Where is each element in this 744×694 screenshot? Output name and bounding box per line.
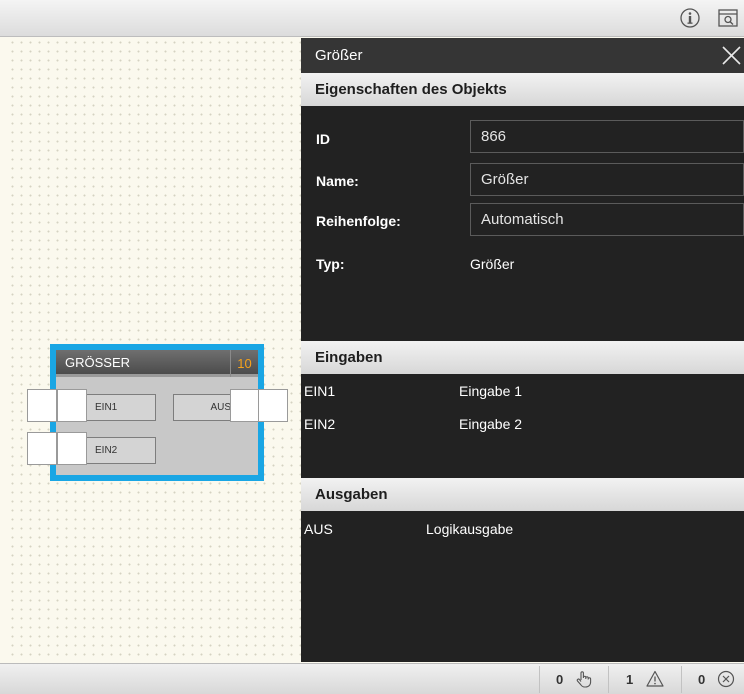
- info-icon[interactable]: [678, 6, 702, 30]
- input-pin-ein2[interactable]: [27, 432, 57, 465]
- section-title: Eigenschaften des Objekts: [315, 81, 507, 98]
- input-row-description: Eingabe 2: [459, 416, 523, 432]
- section-header-outputs: Ausgaben: [301, 478, 744, 511]
- output-row-description: Logikausgabe: [426, 521, 514, 537]
- error-icon[interactable]: [716, 669, 736, 689]
- id-field: 866: [470, 120, 744, 153]
- search-window-icon[interactable]: [716, 6, 740, 30]
- section-title: Eingaben: [315, 349, 383, 366]
- order-label: Reihenfolge:: [316, 213, 401, 229]
- input-port-label: EIN1: [95, 402, 118, 413]
- status-bar: 0 1 0: [0, 663, 744, 694]
- output-pin-aus[interactable]: [230, 389, 260, 422]
- hints-count: 0: [556, 672, 564, 687]
- panel-title: Größer: [315, 47, 363, 64]
- errors-count: 0: [698, 672, 706, 687]
- section-header-inputs: Eingaben: [301, 341, 744, 374]
- warnings-count: 1: [626, 672, 634, 687]
- section-header-properties: Eigenschaften des Objekts: [301, 73, 744, 106]
- name-field[interactable]: Größer: [470, 163, 744, 196]
- output-port-aus[interactable]: AUS: [173, 394, 235, 421]
- panel-title-bar: Größer: [301, 38, 744, 73]
- status-divider: [608, 666, 609, 693]
- output-row-name: AUS: [304, 521, 333, 537]
- output-pin-aus-outer[interactable]: [258, 389, 288, 422]
- id-label: ID: [316, 131, 330, 147]
- name-label: Name:: [316, 173, 359, 189]
- hand-pointer-icon[interactable]: [574, 669, 594, 689]
- section-title: Ausgaben: [315, 486, 388, 503]
- warning-icon[interactable]: [645, 669, 665, 689]
- block-order-number: 10: [230, 350, 258, 377]
- type-label: Typ:: [316, 256, 345, 272]
- properties-panel: Größer Eigenschaften des Objekts ID 866 …: [301, 38, 744, 662]
- input-row-name: EIN1: [304, 383, 336, 399]
- status-divider: [681, 666, 682, 693]
- top-toolbar: [0, 0, 744, 37]
- output-port-label: AUS: [210, 402, 231, 413]
- input-row-name: EIN2: [304, 416, 336, 432]
- block-header: GRÖSSER 10: [56, 350, 258, 377]
- input-pin-ein1[interactable]: [27, 389, 57, 422]
- input-port-label: EIN2: [95, 445, 118, 456]
- close-icon[interactable]: [719, 43, 744, 68]
- order-select[interactable]: Automatisch: [470, 203, 744, 236]
- type-value: Größer: [470, 256, 515, 272]
- input-pin-ein1-inner[interactable]: [57, 389, 87, 422]
- input-row-description: Eingabe 1: [459, 383, 523, 399]
- status-divider: [539, 666, 540, 693]
- block-title: GRÖSSER: [65, 355, 131, 370]
- input-pin-ein2-inner[interactable]: [57, 432, 87, 465]
